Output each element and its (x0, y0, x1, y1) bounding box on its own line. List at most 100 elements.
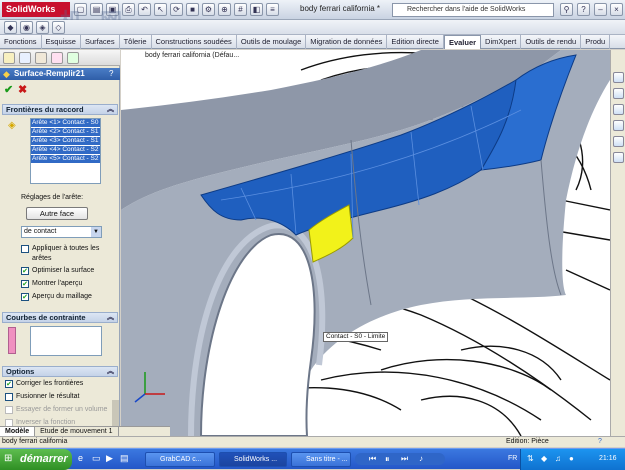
tab-constructions-soudees[interactable]: Constructions soudées (152, 35, 237, 49)
tab-esquisse[interactable]: Esquisse (42, 35, 81, 49)
tab-outils-de-moulage[interactable]: Outils de moulage (237, 35, 307, 49)
help-icon[interactable]: ? (577, 3, 590, 16)
boundary-group-header[interactable]: Frontières du raccord ︽ (2, 104, 118, 115)
update-icon[interactable]: ● (569, 449, 574, 469)
property-manager-icon[interactable] (19, 52, 31, 64)
tree-root-label[interactable]: body ferrari california (Défau... (145, 52, 239, 59)
help-icon[interactable]: ? (598, 437, 602, 447)
configuration-icon[interactable] (35, 52, 47, 64)
task-grabcad[interactable]: GrabCAD c... (145, 452, 215, 467)
volume-tray-icon[interactable]: ♫ (555, 449, 561, 469)
volume-icon[interactable]: ♪ (419, 453, 423, 465)
tab-fonctions[interactable]: Fonctions (0, 35, 42, 49)
zoom-icon[interactable]: ⊕ (218, 3, 231, 16)
options-group-title: Options (6, 367, 35, 376)
design-library-icon[interactable] (613, 88, 624, 99)
quicklaunch-folder-icon[interactable]: ▤ (120, 453, 129, 464)
collapse-chevron-icon[interactable]: ︽ (107, 313, 114, 323)
options-icon[interactable]: ⚙ (202, 3, 215, 16)
constraint-group-header[interactable]: Courbes de contrainte ︽ (2, 312, 118, 323)
sweep-icon[interactable]: ◈ (36, 21, 49, 34)
graphics-viewport[interactable] (121, 50, 610, 436)
checkbox-box[interactable] (5, 393, 13, 401)
checkbox-box[interactable]: ✔ (21, 293, 29, 301)
tab-dimxpert[interactable]: DimXpert (481, 35, 522, 49)
resources-icon[interactable] (613, 72, 624, 83)
play-icon[interactable]: ⏸ (385, 453, 390, 465)
quicklaunch-desktop-icon[interactable]: ▭ (92, 453, 101, 464)
mesh-preview-checkbox[interactable]: ✔ Aperçu du maillage (21, 292, 116, 304)
list-item[interactable]: Arête <2> Contact - S1 (31, 128, 100, 136)
checkbox-box[interactable] (21, 245, 29, 253)
tab-edition-directe[interactable]: Edition directe (387, 35, 444, 49)
contact-type-select[interactable]: de contact ▼ (21, 226, 102, 238)
tab-motion-study[interactable]: Etude de mouvement 1 (35, 427, 119, 436)
optimize-surface-checkbox[interactable]: ✔ Optimiser la surface (21, 266, 116, 278)
ok-check-icon[interactable]: ✔ (4, 83, 13, 96)
windows-logo-icon: ⊞ (4, 453, 13, 464)
close-icon[interactable]: × (610, 3, 623, 16)
task-solidworks[interactable]: SolidWorks ... (219, 452, 287, 467)
search-button-icon[interactable]: ⚲ (560, 3, 573, 16)
minimize-icon[interactable]: – (594, 3, 607, 16)
form-solid-checkbox: Essayer de former un volume (5, 405, 117, 417)
list-item[interactable]: Arête <4> Contact - S2 (31, 146, 100, 154)
display-manager-icon[interactable] (67, 52, 79, 64)
checkbox-box[interactable]: ✔ (21, 267, 29, 275)
grid-icon[interactable]: # (234, 3, 247, 16)
help-search-input[interactable]: Rechercher dans l'aide de SolidWorks (392, 3, 554, 17)
tab-evaluer[interactable]: Evaluer (443, 35, 482, 49)
document-title: body ferrari california * (300, 4, 381, 13)
help-icon[interactable]: ? (109, 69, 113, 79)
apply-all-edges-checkbox[interactable]: Appliquer à toutes les arêtes (21, 244, 101, 264)
select-arrow-icon[interactable]: ↖ (154, 3, 167, 16)
undo-icon[interactable]: ↶ (138, 3, 151, 16)
rebuild-icon[interactable]: ⟳ (170, 3, 183, 16)
dropdown-arrow-icon[interactable]: ▼ (91, 227, 101, 237)
search-results-icon[interactable] (613, 120, 624, 131)
feature-tree-icon[interactable] (3, 52, 15, 64)
task-untitled[interactable]: Sans titre - ... (291, 452, 351, 467)
next-icon[interactable]: ⏭ (401, 453, 408, 465)
network-icon[interactable]: ⇅ (527, 449, 534, 469)
tab-tolerie[interactable]: Tôlerie (120, 35, 152, 49)
checkbox-box[interactable]: ✔ (5, 380, 13, 388)
tab-model[interactable]: Modèle (0, 427, 36, 436)
list-item[interactable]: Arête <3> Contact - S1 (31, 137, 100, 145)
clock[interactable]: 21:16 (599, 449, 617, 469)
show-preview-checkbox[interactable]: ✔ Montrer l'aperçu (21, 279, 116, 291)
quicklaunch-ie-icon[interactable]: e (78, 453, 83, 463)
color-icon[interactable]: ■ (186, 3, 199, 16)
collapse-chevron-icon[interactable]: ︽ (107, 367, 114, 377)
layers-icon[interactable]: ≡ (266, 3, 279, 16)
car-body-model[interactable] (121, 50, 610, 436)
loft-icon[interactable]: ◇ (52, 21, 65, 34)
cancel-x-icon[interactable]: ✖ (18, 83, 27, 96)
constraint-curves-list[interactable] (30, 326, 102, 356)
dimxpert-icon[interactable] (51, 52, 63, 64)
extrude-icon[interactable]: ◆ (4, 21, 17, 34)
collapse-chevron-icon[interactable]: ︽ (107, 105, 114, 115)
file-explorer-icon[interactable] (613, 104, 624, 115)
merge-result-checkbox[interactable]: Fusionner le résultat (5, 392, 115, 404)
edge-selection-list[interactable]: Arête <1> Contact - S0 Arête <2> Contact… (30, 118, 101, 184)
checkbox-box[interactable]: ✔ (21, 280, 29, 288)
alternate-face-button[interactable]: Autre face (26, 207, 88, 220)
tab-migration-de-donnees[interactable]: Migration de données (306, 35, 388, 49)
revolve-icon[interactable]: ◉ (20, 21, 33, 34)
previous-icon[interactable]: ⏮ (369, 453, 376, 465)
view-palette-icon[interactable] (613, 136, 624, 147)
tab-surfaces[interactable]: Surfaces (81, 35, 120, 49)
tab-outils-de-rendu[interactable]: Outils de rendu (521, 35, 582, 49)
quicklaunch-media-icon[interactable]: ▶ (106, 453, 113, 464)
media-player-toolbar[interactable]: ⏸ ⏮ ⏭ ♪ (355, 453, 445, 465)
view-icon[interactable]: ◧ (250, 3, 263, 16)
security-icon[interactable]: ◆ (541, 449, 547, 469)
list-item[interactable]: Arête <5> Contact - S2 (31, 155, 100, 163)
language-indicator[interactable]: FR (508, 453, 517, 465)
options-group-header[interactable]: Options ︽ (2, 366, 118, 377)
list-item[interactable]: Arête <1> Contact - S0 (31, 119, 100, 127)
appearances-icon[interactable] (613, 152, 624, 163)
correct-boundaries-checkbox[interactable]: ✔ Corriger les frontières (5, 379, 115, 391)
tab-produ[interactable]: Produ (581, 35, 611, 49)
